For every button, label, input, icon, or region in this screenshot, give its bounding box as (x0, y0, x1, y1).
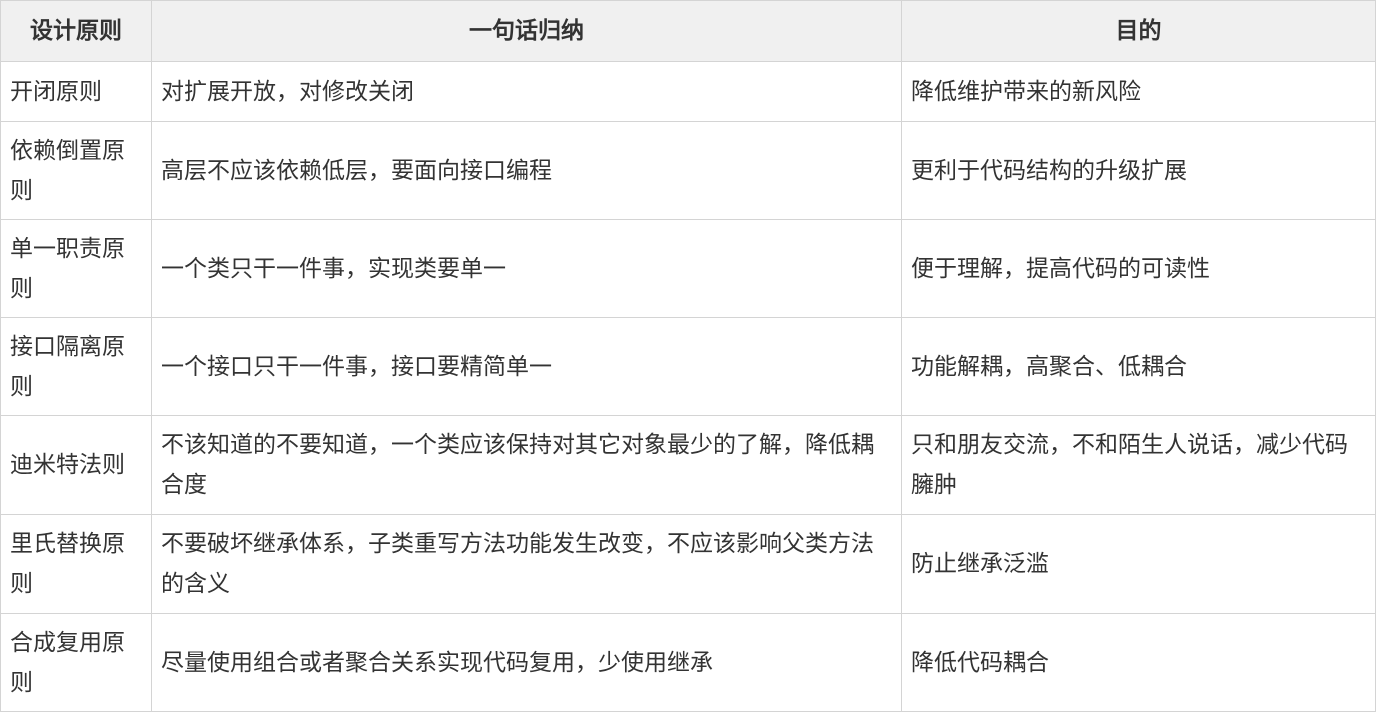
table-row: 迪米特法则 不该知道的不要知道，一个类应该保持对其它对象最少的了解，降低耦合度 … (0, 415, 1376, 515)
header-principle: 设计原则 (0, 0, 152, 62)
table-row: 开闭原则 对扩展开放，对修改关闭 降低维护带来的新风险 (0, 61, 1376, 122)
table-body: 开闭原则 对扩展开放，对修改关闭 降低维护带来的新风险 依赖倒置原则 高层不应该… (0, 61, 1376, 712)
principle-cell: 里氏替换原则 (0, 514, 152, 614)
design-principles-table: 设计原则 一句话归纳 目的 开闭原则 对扩展开放，对修改关闭 降低维护带来的新风… (0, 0, 1376, 712)
summary-cell: 一个类只干一件事，实现类要单一 (151, 219, 902, 318)
principle-cell: 开闭原则 (0, 61, 152, 122)
summary-cell: 一个接口只干一件事，接口要精简单一 (151, 317, 902, 416)
summary-cell: 高层不应该依赖低层，要面向接口编程 (151, 121, 902, 220)
purpose-cell: 便于理解，提高代码的可读性 (901, 219, 1376, 318)
header-purpose: 目的 (901, 0, 1376, 62)
principle-cell: 迪米特法则 (0, 415, 152, 515)
header-summary: 一句话归纳 (151, 0, 902, 62)
table-row: 里氏替换原则 不要破坏继承体系，子类重写方法功能发生改变，不应该影响父类方法的含… (0, 514, 1376, 614)
header-row: 设计原则 一句话归纳 目的 (0, 0, 1376, 62)
purpose-cell: 功能解耦，高聚合、低耦合 (901, 317, 1376, 416)
principle-cell: 合成复用原则 (0, 613, 152, 712)
summary-cell: 尽量使用组合或者聚合关系实现代码复用，少使用继承 (151, 613, 902, 712)
purpose-cell: 降低代码耦合 (901, 613, 1376, 712)
summary-cell: 不该知道的不要知道，一个类应该保持对其它对象最少的了解，降低耦合度 (151, 415, 902, 515)
purpose-cell: 防止继承泛滥 (901, 514, 1376, 614)
principle-cell: 接口隔离原则 (0, 317, 152, 416)
purpose-cell: 降低维护带来的新风险 (901, 61, 1376, 122)
purpose-cell: 更利于代码结构的升级扩展 (901, 121, 1376, 220)
table-row: 接口隔离原则 一个接口只干一件事，接口要精简单一 功能解耦，高聚合、低耦合 (0, 317, 1376, 416)
summary-cell: 对扩展开放，对修改关闭 (151, 61, 902, 122)
table-header: 设计原则 一句话归纳 目的 (0, 0, 1376, 62)
principle-cell: 依赖倒置原则 (0, 121, 152, 220)
table-row: 单一职责原则 一个类只干一件事，实现类要单一 便于理解，提高代码的可读性 (0, 219, 1376, 318)
principle-cell: 单一职责原则 (0, 219, 152, 318)
summary-cell: 不要破坏继承体系，子类重写方法功能发生改变，不应该影响父类方法的含义 (151, 514, 902, 614)
table-row: 依赖倒置原则 高层不应该依赖低层，要面向接口编程 更利于代码结构的升级扩展 (0, 121, 1376, 220)
table-row: 合成复用原则 尽量使用组合或者聚合关系实现代码复用，少使用继承 降低代码耦合 (0, 613, 1376, 712)
purpose-cell: 只和朋友交流，不和陌生人说话，减少代码臃肿 (901, 415, 1376, 515)
